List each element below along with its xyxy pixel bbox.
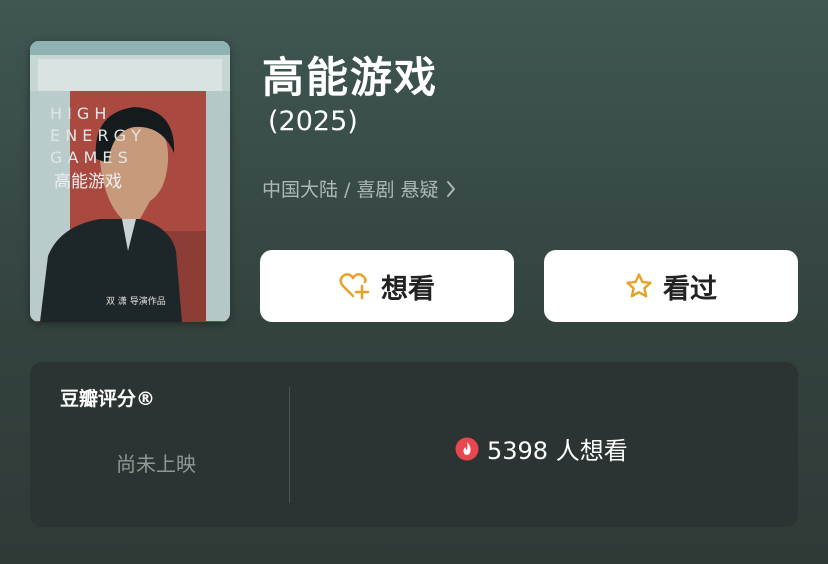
poster-title-line-1: H I G H (50, 104, 106, 123)
rating-status: 尚未上映 (116, 452, 196, 476)
rating-panel: 豆瓣评分® 尚未上映 5398 人想看 (30, 362, 798, 527)
movie-meta-text: 中国大陆 / 喜剧 悬疑 (262, 179, 439, 201)
want-count[interactable]: 5398 人想看 (455, 431, 628, 466)
poster-title-line-3: G A M E S (50, 148, 128, 167)
heart-plus-icon (339, 272, 371, 300)
watched-button[interactable]: 看过 (544, 250, 798, 322)
chevron-right-icon (445, 180, 457, 198)
flame-icon (455, 437, 479, 461)
poster-cn-title: 高能游戏 (54, 172, 122, 192)
want-to-watch-button[interactable]: 想看 (260, 250, 514, 322)
movie-title: 高能游戏 (262, 53, 439, 102)
want-count-text: 5398 人想看 (487, 437, 628, 465)
want-to-watch-label: 想看 (381, 273, 435, 305)
movie-meta-link[interactable]: 中国大陆 / 喜剧 悬疑 (262, 175, 457, 202)
rating-divider (289, 387, 290, 503)
star-icon (625, 272, 653, 300)
movie-year: (2025) (268, 106, 358, 137)
poster-credit: 双 潇 导演作品 (106, 295, 166, 307)
douban-rating-label: 豆瓣评分® (60, 388, 156, 410)
watched-label: 看过 (663, 273, 717, 305)
movie-poster[interactable]: H I G H E N E R G Y G A M E S 高能游戏 双 潇 导… (30, 41, 230, 322)
poster-title-line-2: E N E R G Y (50, 126, 141, 145)
